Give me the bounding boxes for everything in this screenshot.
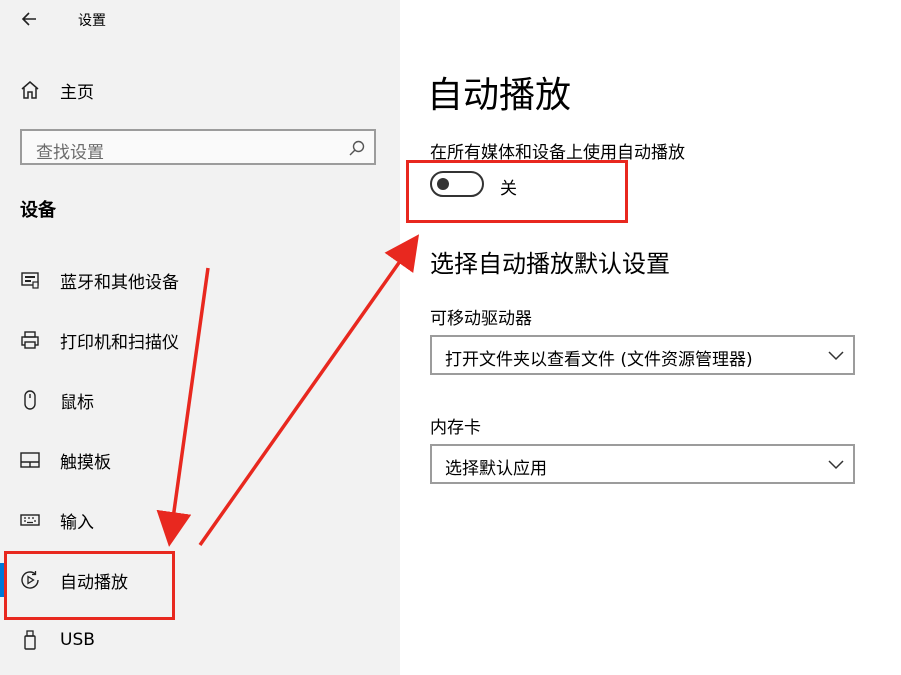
annotation-arrows <box>156 234 420 547</box>
arrow-down-to-autoplay <box>156 267 210 547</box>
arrow-up-to-toggle <box>198 234 420 547</box>
